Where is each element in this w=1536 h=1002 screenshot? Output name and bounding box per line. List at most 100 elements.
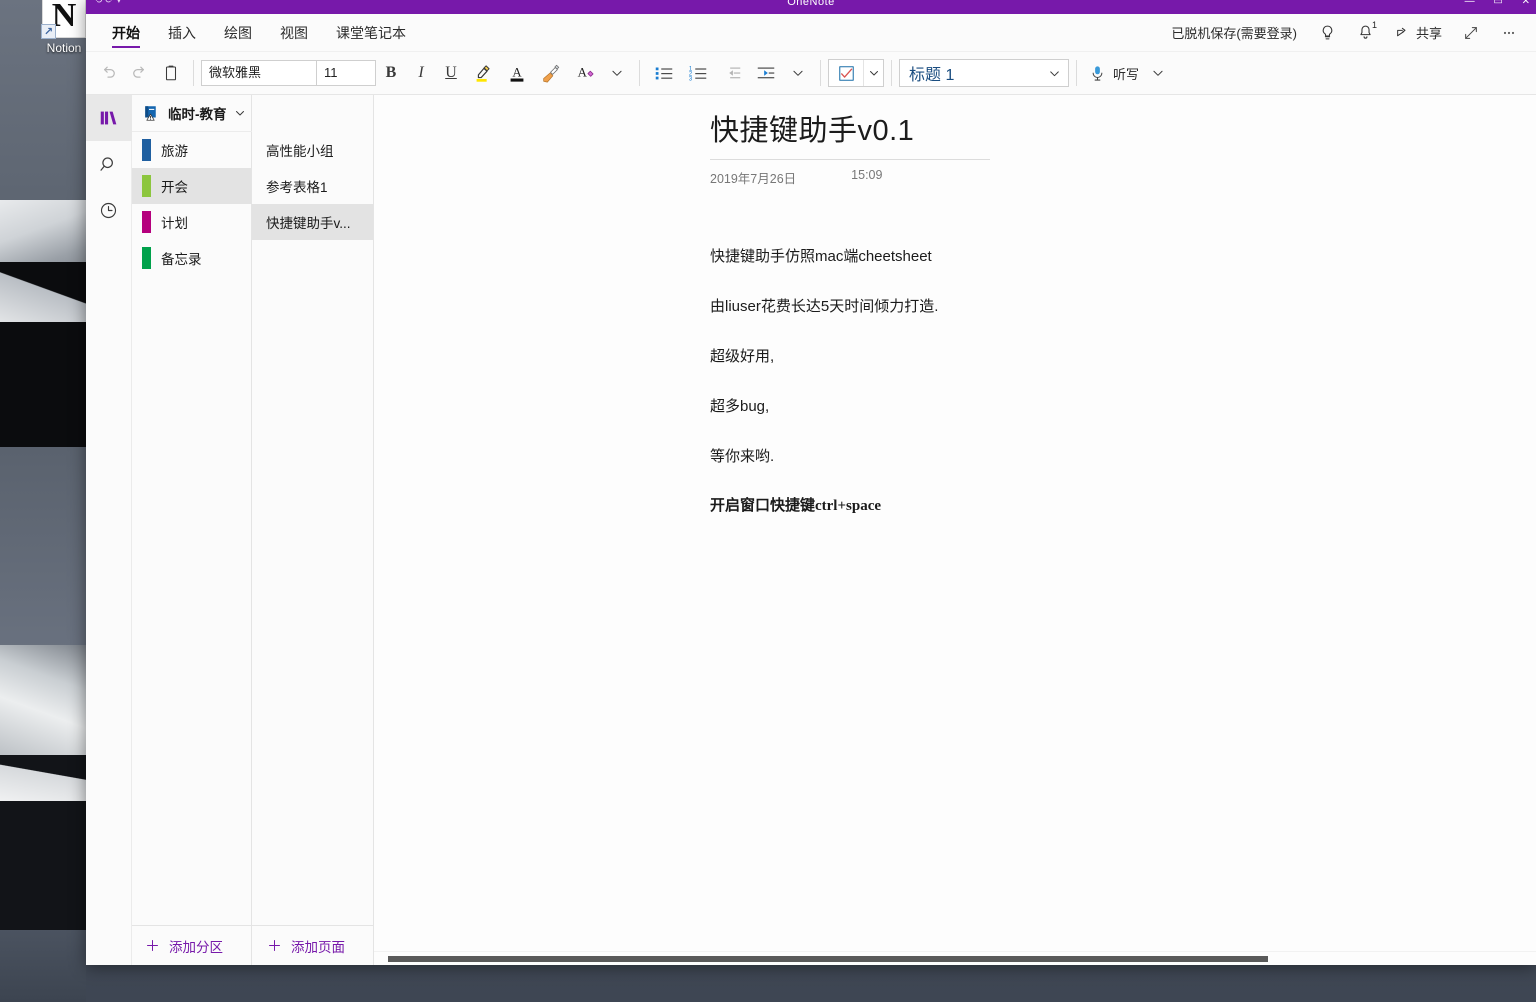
add-section-button[interactable]: 添加分区	[132, 925, 251, 965]
section-item-plan[interactable]: 计划	[132, 204, 251, 240]
share-button[interactable]: 共享	[1387, 18, 1450, 48]
window-controls[interactable]: — ▭ ✕	[1449, 0, 1530, 7]
format-painter-icon[interactable]	[534, 58, 568, 88]
notebook-chevron-down-icon	[235, 111, 244, 116]
note-canvas-inner[interactable]: 快捷键助手v0.1 2019年7月26日 15:09 快捷键助手仿照mac端ch…	[374, 95, 1536, 951]
tab-view[interactable]: 视图	[266, 14, 322, 52]
clear-formatting-icon[interactable]: A	[568, 58, 602, 88]
note-paragraph-5[interactable]: 开启窗口快捷键ctrl+space	[710, 499, 1330, 514]
dictate-label: 听写	[1113, 66, 1140, 82]
note-paragraph-4[interactable]: 等你来哟.	[710, 449, 1330, 464]
share-icon	[1397, 27, 1406, 36]
notebook-warning-icon	[143, 104, 161, 122]
page-item-2[interactable]: 快捷键助手v...	[252, 204, 373, 240]
ribbon-tabs: 开始 插入 绘图 视图 课堂笔记本	[86, 14, 420, 52]
svg-text:A: A	[512, 66, 522, 80]
plus-icon	[269, 940, 280, 951]
section-label: 计划	[161, 216, 188, 231]
note-paragraph-0[interactable]: 快捷键助手仿照mac端cheetsheet	[710, 249, 1330, 264]
style-chevron-down-icon	[1050, 70, 1059, 76]
app-body: 临时-教育 旅游 开会 计划 备忘录 添加分区 高性能小组 参考表格1 快捷键助…	[86, 95, 1536, 965]
font-name-input[interactable]: 微软雅黑	[202, 61, 317, 85]
tab-draw[interactable]: 绘图	[210, 14, 266, 52]
save-state-label: 已脱机保存(需要登录)	[1171, 26, 1297, 41]
redo-icon[interactable]	[124, 58, 156, 88]
style-dropdown[interactable]: 标题 1	[899, 59, 1069, 87]
note-paragraph-3[interactable]: 超多bug,	[710, 399, 1330, 414]
section-color-chip	[142, 139, 155, 161]
dictate-button[interactable]: 听写	[1084, 64, 1143, 83]
maximize-button[interactable]: ▭	[1493, 0, 1502, 7]
notion-app-icon: N ↗	[41, 0, 86, 39]
tag-gallery	[828, 59, 884, 87]
quick-access-toolbar[interactable]: ⟲ ⟳ ▾	[94, 0, 121, 6]
highlighter-icon[interactable]	[466, 58, 500, 88]
rail-search-button[interactable]	[86, 141, 132, 187]
expand-diagonal-icon[interactable]	[1454, 18, 1488, 48]
sections-list: 旅游 开会 计划 备忘录	[132, 132, 251, 925]
lightbulb-icon[interactable]	[1311, 18, 1345, 48]
bullet-list-icon[interactable]	[647, 58, 681, 88]
page-date[interactable]: 2019年7月26日	[710, 168, 796, 187]
style-value: 标题 1	[909, 67, 955, 84]
rail-recent-button[interactable]	[86, 187, 132, 233]
shortcut-arrow-icon: ↗	[41, 24, 56, 39]
todo-checkbox-icon[interactable]	[829, 60, 863, 86]
horizontal-scrollbar[interactable]	[374, 951, 1536, 965]
bell-icon[interactable]: 1	[1349, 18, 1383, 48]
notebooks-icon	[100, 111, 116, 125]
toolbar-divider-2	[639, 60, 640, 86]
tab-class-notebook[interactable]: 课堂笔记本	[322, 14, 420, 52]
horizontal-scrollbar-thumb[interactable]	[388, 956, 1268, 962]
minimize-button[interactable]: —	[1465, 0, 1475, 7]
ribbon-tab-row: 开始 插入 绘图 视图 课堂笔记本 已脱机保存(需要登录) 1 共享	[86, 14, 1536, 52]
page-time[interactable]: 15:09	[851, 168, 882, 187]
ellipsis-icon[interactable]	[1492, 18, 1526, 48]
note-paragraph-2[interactable]: 超级好用,	[710, 349, 1330, 364]
increase-indent-icon[interactable]	[749, 58, 783, 88]
clipboard-icon[interactable]	[156, 58, 186, 88]
pages-pane: 高性能小组 参考表格1 快捷键助手v... 添加页面	[252, 95, 374, 965]
note-paragraph-1[interactable]: 由liuser花费长达5天时间倾力打造.	[710, 299, 1330, 314]
clock-icon	[100, 202, 117, 218]
section-item-meeting[interactable]: 开会	[132, 168, 251, 204]
dictate-chevron-down-icon[interactable]	[1143, 58, 1173, 88]
page-item-1[interactable]: 参考表格1	[252, 168, 373, 204]
font-more-chevron-down-icon[interactable]	[602, 58, 632, 88]
note-body[interactable]: 快捷键助手仿照mac端cheetsheet 由liuser花费长达5天时间倾力打…	[710, 187, 1330, 514]
note-canvas[interactable]: 快捷键助手v0.1 2019年7月26日 15:09 快捷键助手仿照mac端ch…	[374, 95, 1536, 965]
underline-button[interactable]: U	[436, 58, 466, 88]
tab-insert[interactable]: 插入	[154, 14, 210, 52]
section-color-chip	[142, 211, 155, 233]
section-color-chip	[142, 247, 155, 269]
onenote-window: ⟲ ⟳ ▾ OneNote — ▭ ✕ 开始 插入 绘图 视图 课堂笔记本 已脱…	[86, 0, 1536, 965]
paragraph-more-chevron-down-icon[interactable]	[783, 58, 813, 88]
toolbar-divider-3	[820, 60, 821, 86]
font-color-icon[interactable]: A	[500, 58, 534, 88]
undo-icon[interactable]	[92, 58, 124, 88]
rail-notebooks-button[interactable]	[86, 95, 132, 141]
close-button[interactable]: ✕	[1522, 0, 1530, 7]
page-item-0[interactable]: 高性能小组	[252, 132, 373, 168]
note-document[interactable]: 快捷键助手v0.1 2019年7月26日 15:09 快捷键助手仿照mac端ch…	[710, 107, 1330, 549]
decrease-indent-icon[interactable]	[715, 58, 749, 88]
page-title[interactable]: 快捷键助手v0.1	[710, 107, 1330, 159]
bold-button[interactable]: B	[376, 58, 406, 88]
font-size-input[interactable]: 11	[317, 61, 375, 85]
sections-pane: 临时-教育 旅游 开会 计划 备忘录 添加分区	[132, 95, 372, 965]
search-icon	[100, 156, 113, 171]
toolbar-divider	[193, 60, 194, 86]
section-label: 旅游	[161, 144, 188, 159]
tag-chevron-down-icon[interactable]	[863, 60, 883, 86]
notebook-name: 临时-教育	[168, 107, 227, 122]
numbered-list-icon[interactable]: 1 2 3	[681, 58, 715, 88]
window-titlebar: ⟲ ⟳ ▾ OneNote — ▭ ✕	[86, 0, 1536, 14]
pages-header-spacer	[252, 95, 373, 132]
pages-list: 高性能小组 参考表格1 快捷键助手v...	[252, 132, 373, 925]
section-item-travel[interactable]: 旅游	[132, 132, 251, 168]
svg-text:A: A	[578, 66, 588, 80]
tab-home[interactable]: 开始	[98, 14, 154, 52]
section-item-memo[interactable]: 备忘录	[132, 240, 251, 276]
italic-button[interactable]: I	[406, 58, 436, 88]
add-page-button[interactable]: 添加页面	[252, 925, 373, 965]
